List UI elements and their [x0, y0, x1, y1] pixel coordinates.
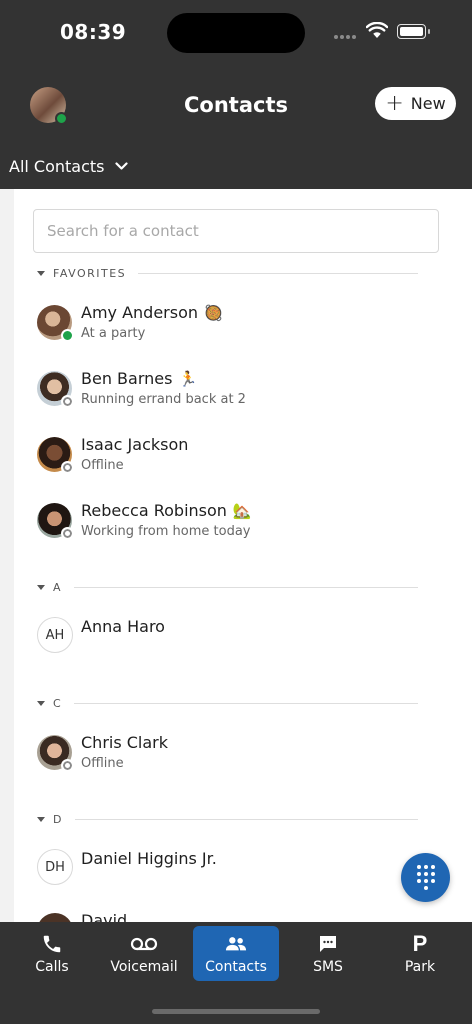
tab-voicemail[interactable]: Voicemail: [101, 926, 187, 981]
contact-row-daniel-higgins[interactable]: DH Daniel Higgins Jr.: [37, 849, 457, 899]
avatar: [37, 437, 74, 474]
contact-status: Running errand back at 2: [81, 392, 246, 407]
tab-calls[interactable]: Calls: [9, 926, 95, 981]
section-header-a[interactable]: A: [37, 580, 418, 594]
contact-status: Working from home today: [81, 524, 251, 539]
contact-name: Amy Anderson: [81, 303, 199, 322]
offline-status-icon: [61, 461, 74, 474]
plus-icon: +: [385, 90, 404, 116]
tab-label: Contacts: [205, 958, 267, 975]
search-input[interactable]: [33, 209, 439, 253]
contact-row-anna-haro[interactable]: AH Anna Haro: [37, 617, 457, 667]
offline-status-icon: [61, 527, 74, 540]
park-icon: P: [412, 930, 428, 956]
wifi-icon: [365, 21, 389, 43]
offline-status-icon: [61, 395, 74, 408]
avatar: [37, 735, 74, 772]
status-time: 08:39: [60, 20, 127, 44]
avatar: [37, 371, 74, 408]
avatar: [37, 913, 73, 922]
section-label: A: [53, 580, 63, 594]
chevron-down-icon: [114, 162, 128, 170]
divider: [74, 702, 418, 704]
tab-label: SMS: [313, 958, 343, 975]
section-header-c[interactable]: C: [37, 696, 418, 710]
home-indicator: [152, 1009, 320, 1014]
contact-name: Rebecca Robinson: [81, 501, 227, 520]
phone-icon: [41, 933, 63, 955]
contact-name: Ben Barnes: [81, 369, 173, 388]
collapse-triangle-icon: [37, 270, 45, 276]
contact-row-ben-barnes[interactable]: Ben Barnes 🏃 Running errand back at 2: [37, 369, 457, 419]
tab-label: Voicemail: [110, 958, 178, 975]
filter-label: All Contacts: [9, 157, 105, 176]
status-emoji: 🥘: [204, 303, 223, 322]
people-icon: [225, 933, 247, 955]
contact-status: At a party: [81, 326, 146, 341]
dynamic-island: [167, 13, 305, 53]
battery-icon: [397, 24, 430, 39]
contacts-filter-dropdown[interactable]: All Contacts: [9, 157, 128, 176]
contact-status: Offline: [81, 756, 124, 771]
dialpad-button[interactable]: [401, 853, 450, 902]
contact-row-partial-avatar[interactable]: [37, 913, 73, 922]
avatar-initials: DH: [37, 849, 73, 885]
new-button-label: New: [410, 94, 446, 113]
tab-park[interactable]: P Park: [377, 926, 463, 981]
avatar: [37, 503, 74, 540]
cellular-signal-icon: [334, 35, 356, 39]
avatar: [37, 305, 74, 342]
tab-label: Calls: [35, 958, 69, 975]
tab-label: Park: [404, 958, 436, 975]
offline-status-icon: [61, 759, 74, 772]
contact-row-amy-anderson[interactable]: Amy Anderson 🥘 At a party: [37, 303, 457, 353]
voicemail-icon: [130, 933, 158, 955]
collapse-triangle-icon: [37, 700, 45, 706]
contact-name: Anna Haro: [81, 617, 165, 636]
section-label: C: [53, 696, 63, 710]
divider: [74, 586, 418, 588]
divider: [74, 818, 418, 820]
section-header-d[interactable]: D: [37, 812, 418, 826]
section-label: D: [53, 812, 63, 826]
tab-sms[interactable]: SMS: [285, 926, 371, 981]
contact-row-chris-clark[interactable]: Chris Clark Offline: [37, 733, 457, 783]
contact-status: Offline: [81, 458, 124, 473]
status-emoji: 🏡: [232, 501, 252, 520]
divider: [138, 272, 418, 274]
online-status-icon: [61, 329, 74, 342]
collapse-triangle-icon: [37, 816, 45, 822]
status-emoji: 🏃: [178, 369, 198, 388]
message-icon: [318, 933, 338, 955]
contact-name: Isaac Jackson: [81, 435, 189, 454]
new-contact-button[interactable]: + New: [375, 87, 456, 120]
avatar-initials: AH: [37, 617, 73, 653]
park-glyph: P: [412, 930, 428, 956]
bottom-nav: Calls Voicemail Contacts SMS P Park: [0, 922, 472, 1024]
top-header: 08:39 Contacts + New All Contacts: [0, 0, 472, 189]
tab-contacts[interactable]: Contacts: [193, 926, 279, 981]
section-header-favorites[interactable]: FAVORITES: [37, 266, 418, 280]
section-label: FAVORITES: [53, 266, 127, 280]
contact-row-rebecca-robinson[interactable]: Rebecca Robinson 🏡 Working from home toda…: [37, 501, 457, 551]
left-edge-strip: [0, 189, 14, 922]
contact-name: Daniel Higgins Jr.: [81, 849, 217, 868]
contact-name: Chris Clark: [81, 733, 169, 752]
contact-name-partial[interactable]: David Davies: [81, 913, 181, 922]
contact-row-isaac-jackson[interactable]: Isaac Jackson Offline: [37, 435, 457, 485]
collapse-triangle-icon: [37, 584, 45, 590]
